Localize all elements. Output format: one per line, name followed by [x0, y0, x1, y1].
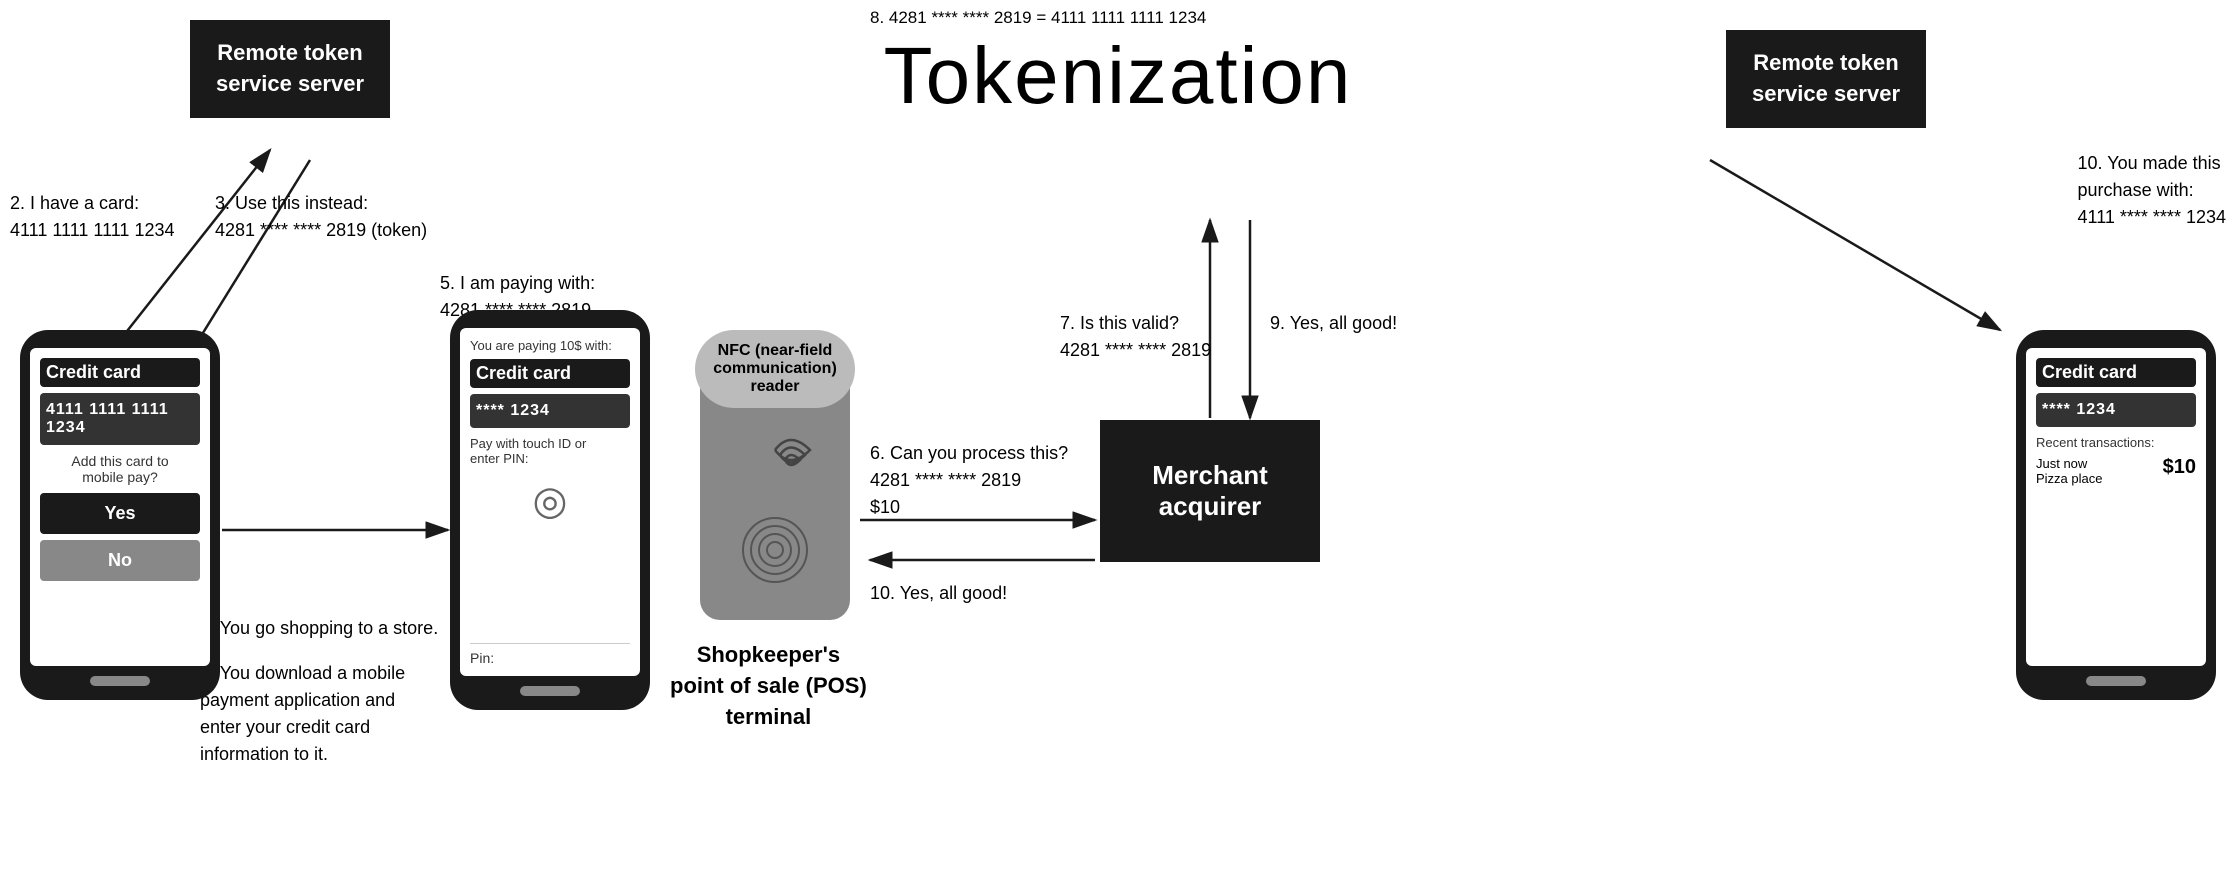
- transaction-details: Just now Pizza place: [2036, 456, 2102, 486]
- nfc-waves-svg: [735, 420, 815, 500]
- right-phone-card-label: Credit card: [2036, 358, 2196, 387]
- step10-right-annotation: 10. You made this purchase with: 4111 **…: [2078, 150, 2226, 231]
- fingerprint-icon: ◎: [470, 478, 630, 524]
- middle-phone-screen: You are paying 10$ with: Credit card ***…: [460, 328, 640, 676]
- nfc-spiral-svg: [735, 510, 815, 590]
- pin-label: Pin:: [470, 643, 630, 666]
- remote-token-server-left: Remote token service server: [190, 20, 390, 118]
- transaction-place: Pizza place: [2036, 471, 2102, 486]
- transaction-row: Just now Pizza place $10: [2036, 456, 2196, 486]
- paying-text: You are paying 10$ with:: [470, 338, 630, 353]
- nfc-bubble: NFC (near-field communication) reader: [695, 330, 855, 408]
- no-button[interactable]: No: [40, 540, 200, 581]
- step6-annotation: 6. Can you process this? 4281 **** **** …: [870, 440, 1068, 521]
- merchant-acquirer-box: Merchant acquirer: [1100, 420, 1320, 562]
- step1-annotation: 1. You download a mobile payment applica…: [200, 660, 405, 768]
- left-phone-home-button: [90, 676, 150, 686]
- middle-phone-card-label: Credit card: [470, 359, 630, 388]
- left-phone: Credit card 4111 1111 1111 1234 Add this…: [20, 330, 220, 700]
- middle-phone: You are paying 10$ with: Credit card ***…: [450, 310, 650, 710]
- left-phone-add-text: Add this card to mobile pay?: [40, 453, 200, 485]
- middle-phone-card-number: **** 1234: [470, 394, 630, 428]
- step10-left-annotation: 10. Yes, all good!: [870, 580, 1007, 607]
- shopkeeper-label: Shopkeeper's point of sale (POS) termina…: [670, 640, 867, 732]
- nfc-terminal: NFC (near-field communication) reader: [700, 340, 850, 620]
- step2-annotation: 2. I have a card: 4111 1111 1111 1234: [10, 190, 175, 244]
- right-phone-screen: Credit card **** 1234 Recent transaction…: [2026, 348, 2206, 666]
- right-phone-card-number: **** 1234: [2036, 393, 2196, 427]
- left-phone-card-number: 4111 1111 1111 1234: [40, 393, 200, 445]
- middle-phone-home-button: [520, 686, 580, 696]
- remote-token-server-right: Remote token service server: [1726, 30, 1926, 128]
- page-title: Tokenization: [884, 30, 1353, 122]
- yes-button[interactable]: Yes: [40, 493, 200, 534]
- recent-transactions-label: Recent transactions:: [2036, 435, 2196, 450]
- right-phone-home-button: [2086, 676, 2146, 686]
- transaction-amount: $10: [2163, 456, 2196, 486]
- right-phone: Credit card **** 1234 Recent transaction…: [2016, 330, 2216, 700]
- step7-annotation: 7. Is this valid? 4281 **** **** 2819: [1060, 310, 1211, 364]
- step3-annotation: 3. Use this instead: 4281 **** **** 2819…: [215, 190, 427, 244]
- diagram-container: Tokenization 8. 4281 **** **** 2819 = 41…: [0, 0, 2236, 884]
- step4-annotation: 4. You go shopping to a store.: [200, 615, 438, 642]
- touch-text: Pay with touch ID or enter PIN:: [470, 436, 630, 466]
- left-phone-screen: Credit card 4111 1111 1111 1234 Add this…: [30, 348, 210, 666]
- step8-annotation: 8. 4281 **** **** 2819 = 4111 1111 1111 …: [870, 8, 1206, 28]
- step9-annotation: 9. Yes, all good!: [1270, 310, 1397, 337]
- left-phone-card-label: Credit card: [40, 358, 200, 387]
- transaction-time: Just now: [2036, 456, 2102, 471]
